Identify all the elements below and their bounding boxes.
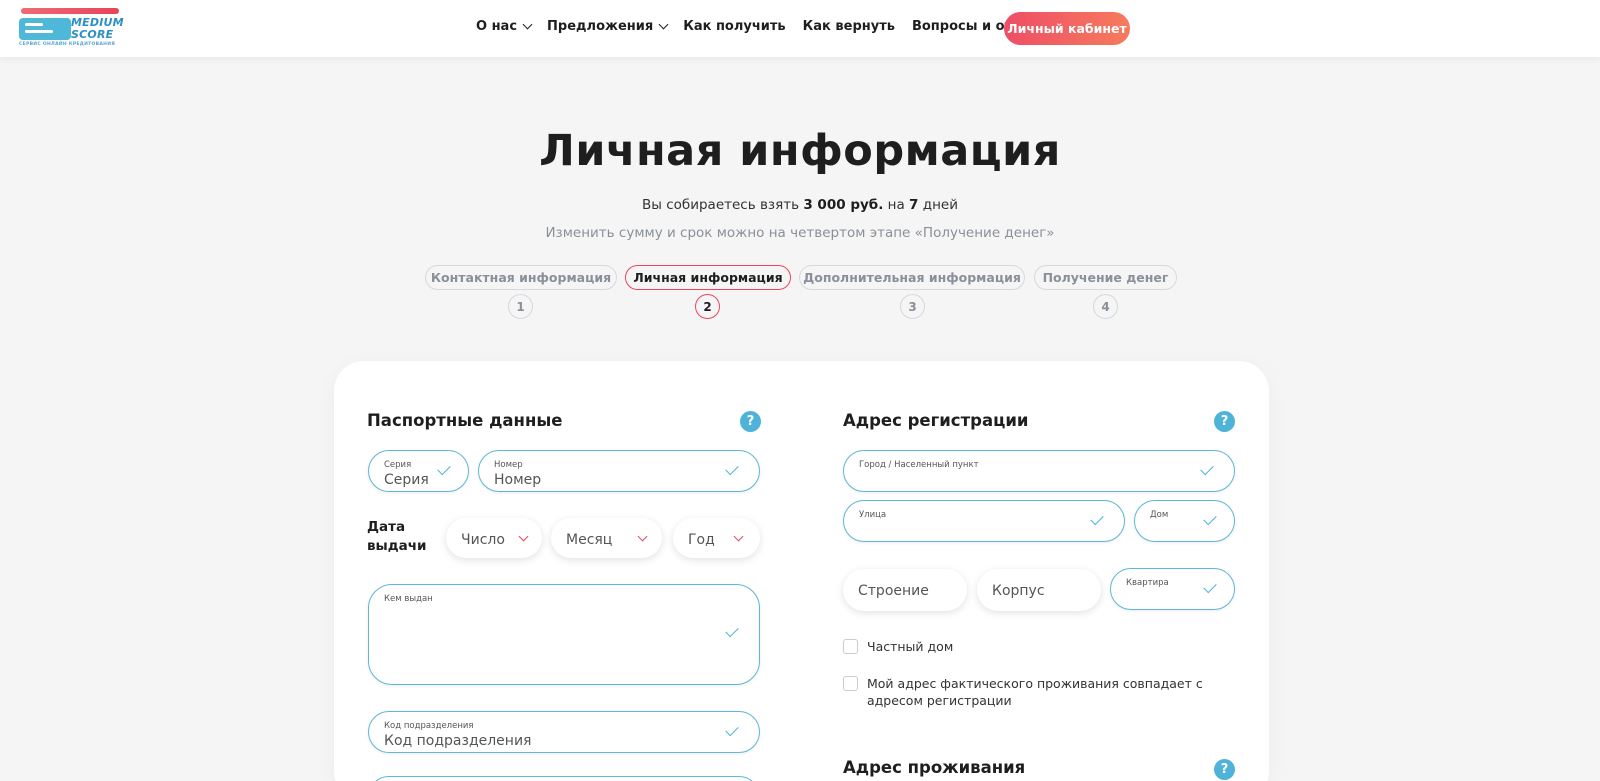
- step-number-1: 1: [508, 294, 533, 319]
- private-house-checkbox[interactable]: [843, 639, 858, 654]
- korpus-placeholder: Корпус: [992, 583, 1045, 599]
- series-value: Серия: [384, 472, 429, 488]
- logo-tagline: СЕРВИС ОНЛАЙН КРЕДИТОВАНИЯ: [19, 42, 116, 47]
- check-icon: [725, 461, 739, 476]
- passport-section-title: Паспортные данные: [367, 411, 563, 430]
- step-contact-info[interactable]: Контактная информация: [425, 265, 617, 290]
- building-field[interactable]: Строение: [843, 569, 967, 611]
- logo-card-icon: [19, 18, 71, 40]
- check-icon: [1090, 511, 1104, 526]
- issue-date-label: Дата выдачи: [367, 519, 427, 554]
- registration-section-title: Адрес регистрации: [843, 411, 1029, 430]
- nav-how-to-get-label: Как получить: [683, 19, 786, 34]
- step-personal-info[interactable]: Личная информация: [625, 265, 791, 290]
- number-label: Номер: [494, 460, 523, 470]
- check-icon: [1203, 579, 1217, 594]
- passport-help-icon[interactable]: ?: [740, 411, 761, 432]
- logo-line2: SCORE: [71, 28, 114, 41]
- check-icon: [437, 461, 451, 476]
- same-address-checkbox[interactable]: [843, 676, 858, 691]
- logo[interactable]: MEDIUM SCORE СЕРВИС ОНЛАЙН КРЕДИТОВАНИЯ: [17, 7, 124, 49]
- step-number-3: 3: [900, 294, 925, 319]
- chevron-down-icon: [637, 531, 648, 542]
- step-get-money[interactable]: Получение денег: [1034, 265, 1177, 290]
- city-field[interactable]: Город / Населенный пункт: [843, 450, 1235, 492]
- summary-mid: на: [887, 197, 905, 213]
- day-value: Число: [461, 532, 505, 548]
- step-number-4: 4: [1093, 294, 1118, 319]
- division-code-field[interactable]: Код подразделения Код подразделения: [368, 711, 760, 753]
- apartment-label: Квартира: [1126, 578, 1169, 588]
- issue-year-select[interactable]: Год: [673, 518, 760, 558]
- city-label: Город / Населенный пункт: [859, 460, 979, 470]
- private-house-label: Частный дом: [867, 639, 954, 654]
- summary-suffix: дней: [922, 197, 958, 213]
- residence-help-icon[interactable]: ?: [1214, 759, 1235, 780]
- issue-day-select[interactable]: Число: [446, 518, 542, 558]
- same-address-label: Мой адрес фактического проживания совпад…: [867, 676, 1203, 708]
- nav-about-label: О нас: [476, 19, 518, 34]
- year-value: Год: [688, 532, 715, 548]
- street-label: Улица: [859, 510, 887, 520]
- chevron-down-icon: [522, 19, 533, 30]
- street-field[interactable]: Улица: [843, 500, 1125, 542]
- nav-about[interactable]: О нас: [476, 19, 533, 34]
- change-hint: Изменить сумму и срок можно на четвертом…: [545, 225, 1055, 241]
- loan-summary: Вы собираетесь взять 3 000 руб. на 7 дне…: [0, 197, 1600, 213]
- passport-series-field[interactable]: Серия Серия: [368, 450, 469, 492]
- loan-days: 7: [909, 197, 919, 213]
- nav-offers[interactable]: Предложения: [547, 19, 669, 34]
- issued-by-field[interactable]: Кем выдан: [368, 584, 760, 685]
- loan-amount: 3 000 руб.: [803, 197, 884, 213]
- main-nav: О нас Предложения Как получить Как верну…: [476, 19, 1048, 34]
- residence-section-title: Адрес проживания: [843, 758, 1026, 777]
- series-label: Серия: [384, 460, 412, 470]
- step-additional-info[interactable]: Дополнительная информация: [799, 265, 1025, 290]
- check-icon: [725, 623, 739, 638]
- check-icon: [1200, 461, 1214, 476]
- issue-month-select[interactable]: Месяц: [551, 518, 662, 558]
- chevron-down-icon: [733, 531, 744, 542]
- logo-text: MEDIUM SCORE: [71, 17, 131, 41]
- page-title: Личная информация: [539, 126, 1061, 176]
- registration-help-icon[interactable]: ?: [1214, 411, 1235, 432]
- nav-how-to-return[interactable]: Как вернуть: [803, 19, 895, 34]
- house-field[interactable]: Дом: [1134, 500, 1235, 542]
- division-code-value: Код подразделения: [384, 733, 532, 749]
- chevron-down-icon: [658, 19, 669, 30]
- chevron-down-icon: [518, 531, 529, 542]
- summary-prefix: Вы собираетесь взять: [641, 197, 800, 213]
- check-icon: [725, 722, 739, 737]
- site-header: MEDIUM SCORE СЕРВИС ОНЛАЙН КРЕДИТОВАНИЯ …: [0, 0, 1600, 57]
- korpus-field[interactable]: Корпус: [977, 569, 1101, 611]
- division-code-label: Код подразделения: [384, 721, 474, 731]
- house-label: Дом: [1150, 510, 1169, 520]
- step-number-2: 2: [695, 294, 720, 319]
- nav-how-to-get[interactable]: Как получить: [683, 19, 785, 34]
- passport-number-field[interactable]: Номер Номер: [478, 450, 760, 492]
- check-icon: [1203, 511, 1217, 526]
- building-placeholder: Строение: [858, 583, 929, 599]
- issued-by-label: Кем выдан: [384, 594, 433, 604]
- personal-cabinet-button[interactable]: Личный кабинет: [1004, 12, 1130, 45]
- number-value: Номер: [494, 472, 542, 488]
- nav-how-to-return-label: Как вернуть: [802, 19, 895, 34]
- logo-bar: [21, 8, 119, 14]
- apartment-field[interactable]: Квартира: [1110, 568, 1235, 610]
- next-passport-field[interactable]: [368, 776, 760, 781]
- month-value: Месяц: [566, 532, 613, 548]
- nav-offers-label: Предложения: [547, 19, 654, 34]
